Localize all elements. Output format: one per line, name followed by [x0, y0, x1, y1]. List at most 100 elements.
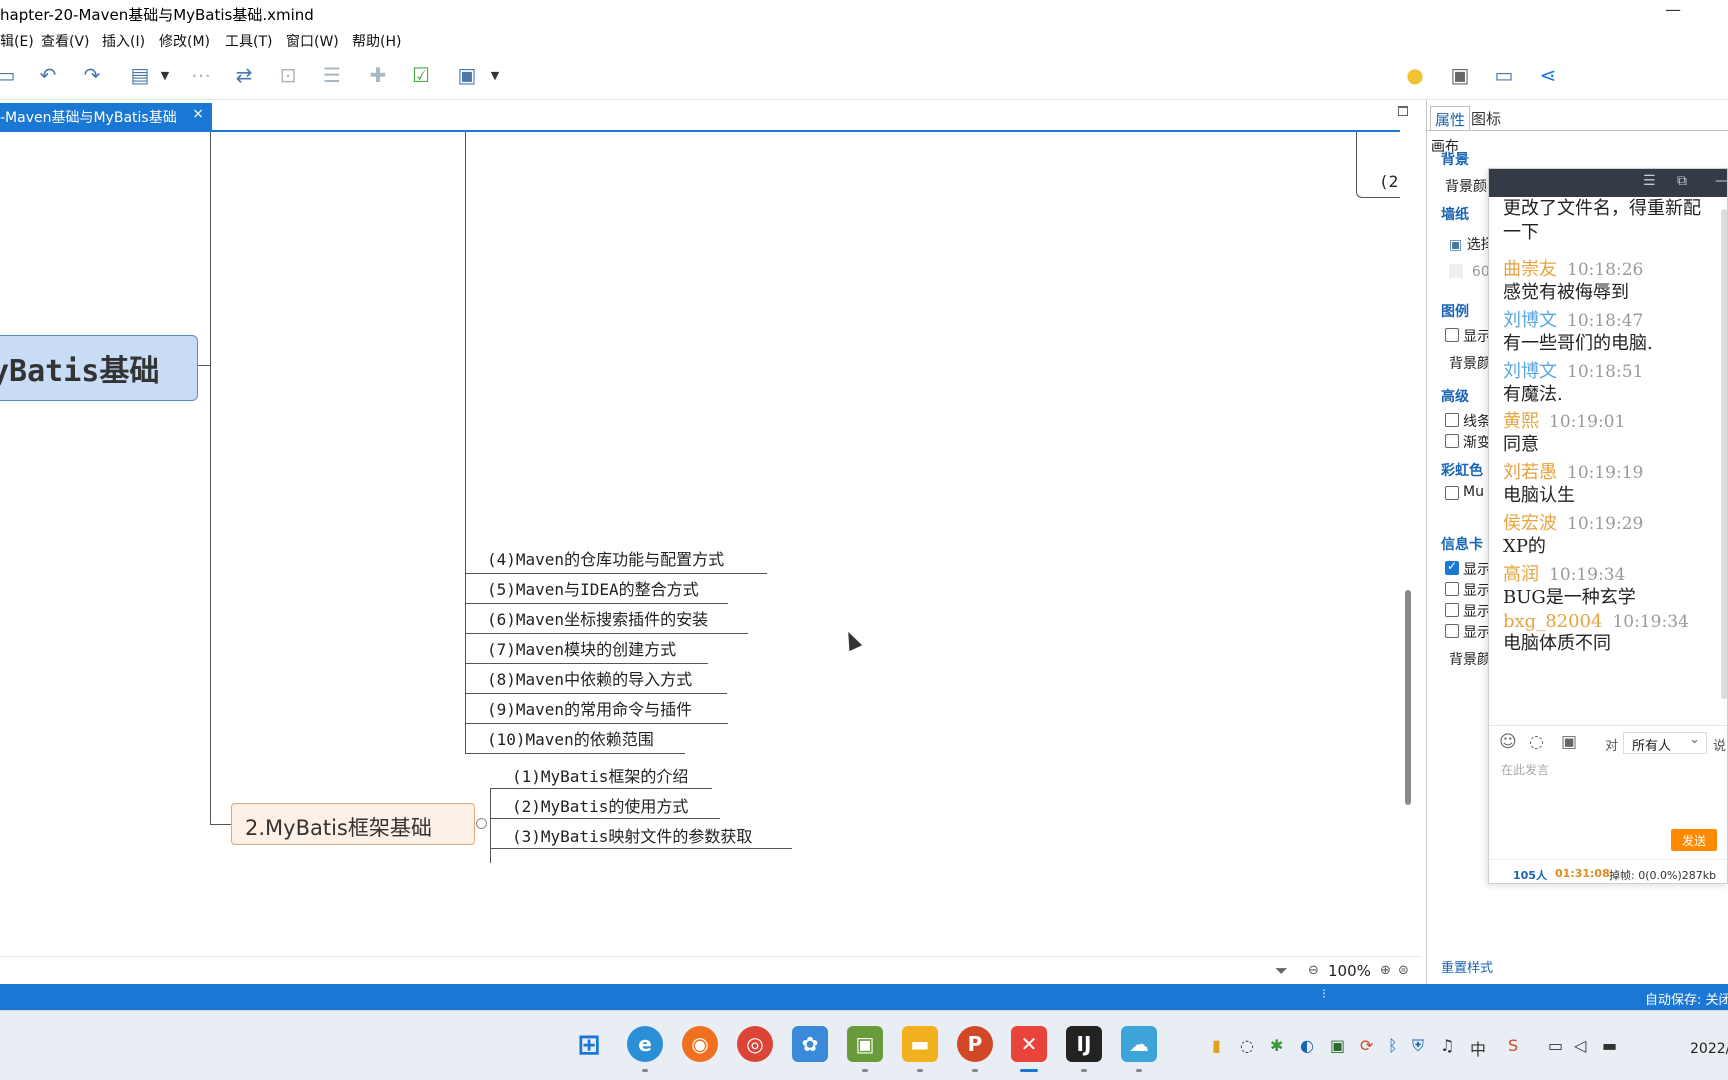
menu-help[interactable]: 帮助(H) [352, 31, 401, 51]
edge-icon[interactable]: e [627, 1026, 663, 1062]
mybatis-item-2[interactable]: (2)MyBatis的使用方式 [512, 793, 688, 817]
info-show-checkbox-4[interactable] [1445, 624, 1459, 638]
maven-item-8[interactable]: (8)Maven中依赖的导入方式 [487, 666, 692, 690]
maven-item-6[interactable]: (6)Maven坐标搜索插件的安装 [487, 606, 708, 630]
label-icon[interactable]: ⊡ [274, 62, 302, 88]
tray-wechat-icon[interactable]: ✱ [1270, 1036, 1283, 1055]
tray-s-icon[interactable]: S [1508, 1036, 1518, 1055]
xmind-icon[interactable]: ✕ [1011, 1026, 1047, 1062]
tray-search-icon[interactable]: ◌ [1240, 1036, 1254, 1055]
boundary-icon[interactable]: ☰ [318, 62, 346, 88]
info-show-checkbox-2[interactable] [1445, 582, 1459, 596]
line-checkbox[interactable] [1445, 413, 1459, 427]
volume-icon[interactable]: ◁ [1574, 1036, 1586, 1055]
mybatis-item-1[interactable]: (1)MyBatis框架的介绍 [512, 763, 688, 787]
chat-sender[interactable]: 高润 [1503, 564, 1539, 585]
undo-icon[interactable]: ↶ [34, 62, 62, 88]
layout-icon[interactable]: ▭ [1490, 62, 1518, 88]
chat-sender[interactable]: 黄熙 [1503, 411, 1539, 432]
filter-icon[interactable]: ⏷ [1275, 961, 1288, 981]
image-icon[interactable]: ▣ [453, 62, 481, 88]
zoom-fit-icon[interactable]: ⊜ [1398, 963, 1409, 978]
mindmap-canvas[interactable]: yBatis基础 (4)Maven的仓库功能与配置方式 (5)Maven与IDE… [0, 130, 1400, 940]
chat-messages[interactable]: 更改了文件名，得重新配 一下 曲崇友 10:18:26 感觉有被侮辱到 刘博文 10:18:… [1489, 197, 1727, 727]
mybatis-topic[interactable]: 2.MyBatis框架基础 [231, 803, 475, 845]
send-button[interactable]: 发送 [1671, 829, 1717, 851]
mybatis-item-3[interactable]: (3)MyBatis映射文件的参数获取 [512, 823, 752, 847]
menu-view[interactable]: 查看(V) [41, 31, 90, 51]
recipient-select[interactable]: 所有人 [1623, 732, 1707, 754]
maven-item-10[interactable]: (10)Maven的依赖范围 [487, 726, 654, 750]
gradient-checkbox[interactable] [1445, 434, 1459, 448]
microphone-icon[interactable]: ♫ [1440, 1036, 1454, 1055]
image-viewer-icon[interactable]: ▣ [847, 1026, 883, 1062]
rainbow-checkbox[interactable] [1445, 486, 1459, 500]
cloud-app-icon[interactable]: ☁ [1121, 1026, 1157, 1062]
chat-minimize-icon[interactable]: — [1715, 173, 1727, 189]
tray-shield-icon[interactable]: ◐ [1300, 1036, 1314, 1055]
task-icon[interactable]: ☑ [407, 62, 435, 88]
maven-item-4[interactable]: (4)Maven的仓库功能与配置方式 [487, 546, 724, 570]
tray-nvidia-icon[interactable]: ▣ [1330, 1036, 1345, 1055]
zoom-out-icon[interactable]: ⊖ [1308, 963, 1319, 978]
chat-sender[interactable]: 刘博文 [1503, 310, 1557, 331]
opacity-field[interactable]: 60 [1449, 264, 1490, 280]
chat-sender[interactable]: 刘若愚 [1503, 462, 1557, 483]
vertical-scrollbar[interactable] [1405, 590, 1411, 805]
tab-properties[interactable]: 属性 [1430, 106, 1471, 130]
lightbulb-icon[interactable]: ● [1401, 62, 1429, 88]
relationship-icon[interactable]: ⇄ [230, 62, 258, 88]
vertical-scrollbar-track[interactable] [1400, 130, 1420, 940]
zoom-in-icon[interactable]: ⊕ [1380, 963, 1391, 978]
menu-insert[interactable]: 插入(I) [102, 31, 145, 51]
root-topic[interactable]: yBatis基础 [0, 335, 198, 401]
chat-sender[interactable]: 侯宏波 [1503, 513, 1557, 534]
emoji-icon[interactable]: ☺ [1499, 732, 1517, 752]
maven-item-9[interactable]: (9)Maven的常用命令与插件 [487, 696, 692, 720]
legend-show-checkbox[interactable] [1445, 328, 1459, 342]
chat-input[interactable]: 在此发言 [1501, 761, 1721, 821]
redo-icon[interactable]: ↷ [78, 62, 106, 88]
menu-modify[interactable]: 修改(M) [159, 31, 210, 51]
marker-icon[interactable]: ✚ [364, 62, 392, 88]
minimize-button[interactable]: — [1665, 0, 1681, 19]
chat-sender[interactable]: 曲崇友 [1503, 259, 1557, 280]
chat-sender[interactable]: bxg_82004 [1503, 611, 1602, 632]
menu-window[interactable]: 窗口(W) [286, 31, 339, 51]
info-show-checkbox-1[interactable] [1445, 559, 1459, 575]
clock[interactable]: 2022/ [1690, 1041, 1728, 1057]
battery-icon[interactable]: ▬ [1602, 1036, 1617, 1055]
close-tab-icon[interactable]: × [192, 106, 204, 122]
topic-icon[interactable]: ▤ [125, 62, 155, 88]
tray-app-icon[interactable]: ▮ [1212, 1036, 1221, 1055]
tab-icons[interactable]: 图标 [1467, 106, 1505, 130]
presentation-icon[interactable]: ▣ [1446, 62, 1474, 88]
ime-icon[interactable]: 中 [1470, 1036, 1486, 1060]
info-show-checkbox-3[interactable] [1445, 603, 1459, 617]
share-icon[interactable]: ⋖ [1534, 62, 1562, 88]
image-dropdown-icon[interactable]: ▼ [488, 62, 502, 88]
bubble-icon[interactable]: ◌ [1529, 732, 1544, 752]
app-icon[interactable]: ✿ [792, 1026, 828, 1062]
file-explorer-icon[interactable]: ▬ [902, 1026, 938, 1062]
tray-sync-icon[interactable]: ⟳ [1360, 1036, 1373, 1055]
callout-icon[interactable]: ⋯ [187, 62, 215, 88]
start-icon[interactable]: ⊞ [571, 1026, 607, 1062]
autosave-status[interactable]: 自动保存: 关闭 [1645, 989, 1728, 1008]
network-icon[interactable]: ▭ [1548, 1036, 1563, 1055]
collapse-toggle-icon[interactable] [476, 818, 487, 829]
document-tab[interactable]: -Maven基础与MyBatis基础 × [0, 103, 212, 130]
firefox-icon[interactable]: ◉ [682, 1026, 718, 1062]
maximize-editor-icon[interactable] [1398, 106, 1408, 116]
reset-style-link[interactable]: 重置样式 [1441, 957, 1493, 976]
maven-item-7[interactable]: (7)Maven模块的创建方式 [487, 636, 676, 660]
save-icon[interactable]: ▭ [0, 62, 20, 88]
menu-tools[interactable]: 工具(T) [225, 31, 272, 51]
intellij-icon[interactable]: IJ [1066, 1026, 1102, 1062]
menu-edit[interactable]: 辑(E) [0, 31, 34, 51]
powerpoint-icon[interactable]: P [957, 1026, 993, 1062]
bluetooth-icon[interactable]: ᛒ [1388, 1036, 1398, 1055]
partial-topic-right[interactable]: (2 [1356, 132, 1400, 198]
image-icon[interactable]: ▣ [1561, 732, 1577, 752]
chat-menu-icon[interactable]: ☰ [1643, 173, 1656, 189]
